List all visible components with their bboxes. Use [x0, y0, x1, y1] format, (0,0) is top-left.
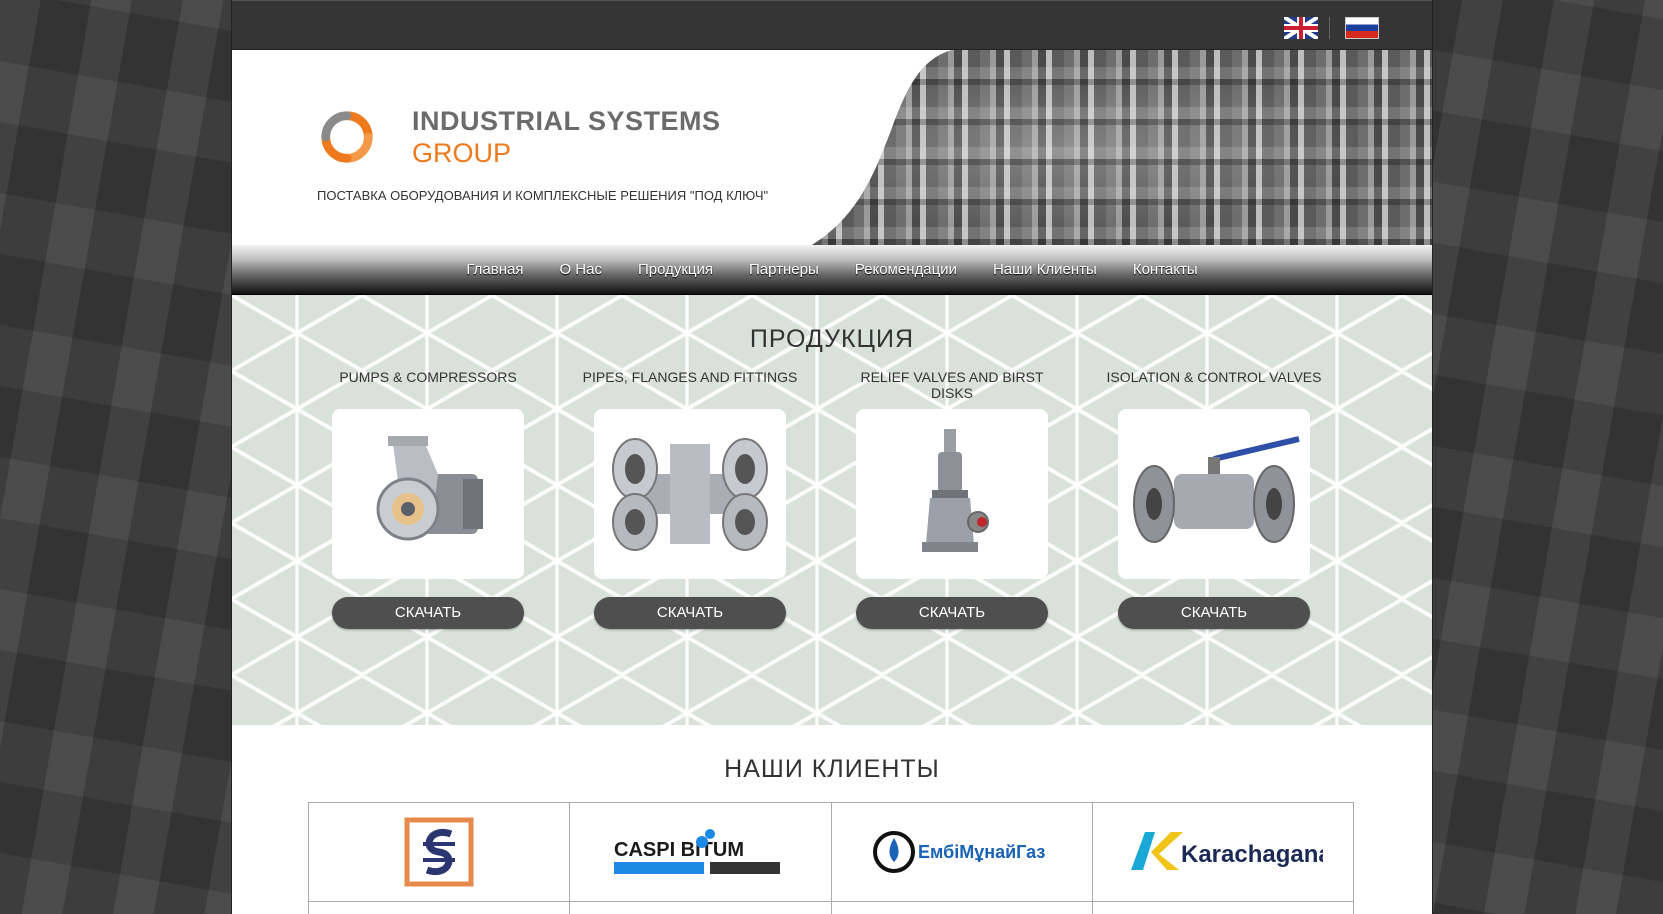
top-bar: [232, 0, 1432, 50]
product-title: PUMPS & COMPRESSORS: [339, 369, 517, 385]
embimunaigaz-logo: ЕмбiМұнайГаз: [872, 831, 1045, 873]
clients-heading: НАШИ КЛИЕНТЫ: [724, 755, 940, 783]
caspi-text: CASPI BITUM: [614, 839, 744, 861]
download-button[interactable]: СКАЧАТЬ: [856, 597, 1048, 629]
industrial-pipes-image: [812, 50, 1432, 245]
main-nav: Главная О Нас Продукция Партнеры Рекомен…: [232, 245, 1432, 295]
company-logo-icon[interactable]: [318, 108, 376, 166]
logo-text-line2: GROUP: [412, 138, 512, 168]
product-image[interactable]: [1118, 409, 1310, 579]
s-emblem-logo: [404, 817, 474, 887]
client-logo-cell[interactable]: CASPI BITUM: [570, 803, 832, 902]
pump-icon: [376, 436, 483, 541]
cross-fitting-icon: [612, 438, 768, 551]
product-title: ISOLATION & CONTROL VALVES: [1106, 369, 1322, 385]
divider: [1329, 17, 1330, 39]
tagline: ПОСТАВКА ОБОРУДОВАНИЯ И КОМПЛЕКСНЫЕ РЕШЕ…: [317, 188, 769, 203]
nav-item-contacts[interactable]: Контакты: [1115, 261, 1216, 278]
ru-flag-icon[interactable]: [1345, 17, 1379, 39]
uk-flag-icon[interactable]: [1284, 17, 1318, 39]
client-logo-cell[interactable]: [309, 803, 571, 902]
product-image[interactable]: [332, 409, 524, 579]
logo-text-line1: INDUSTRIAL SYSTEMS: [412, 106, 721, 136]
relief-valve-icon: [922, 429, 989, 552]
nav-item-about[interactable]: О Нас: [541, 261, 620, 278]
products-section: ПРОДУКЦИЯ PUMPS & COMPRESSORS СКАЧАТЬ PI…: [232, 295, 1432, 725]
nav-item-products[interactable]: Продукция: [620, 261, 731, 278]
nav-item-partners[interactable]: Партнеры: [731, 261, 837, 278]
clients-grid: CASPI BITUM ЕмбiМұнайГаз Karachagan: [308, 802, 1354, 914]
nav-item-home[interactable]: Главная: [448, 261, 541, 278]
caspi-bitum-logo: CASPI BITUM: [614, 829, 781, 874]
product-title: RELIEF VALVES AND BIRST DISKS: [860, 369, 1044, 401]
product-card: PUMPS & COMPRESSORS СКАЧАТЬ: [318, 369, 538, 629]
site-header: INDUSTRIAL SYSTEMS GROUP ПОСТАВКА ОБОРУД…: [232, 50, 1432, 245]
client-logo-cell[interactable]: [309, 902, 571, 914]
embimunaigaz-text: ЕмбiМұнайГаз: [918, 842, 1045, 862]
product-card: ISOLATION & CONTROL VALVES СКАЧАТЬ: [1104, 369, 1324, 629]
product-title: PIPES, FLANGES AND FITTINGS: [582, 369, 798, 385]
client-logo-cell[interactable]: Karachaganak: [1092, 803, 1354, 902]
client-logo-cell[interactable]: [1093, 902, 1354, 914]
download-button[interactable]: СКАЧАТЬ: [1118, 597, 1310, 629]
nav-item-recommendations[interactable]: Рекомендации: [837, 261, 975, 278]
download-button[interactable]: СКАЧАТЬ: [332, 597, 524, 629]
karachaganak-text: Karachaganak: [1181, 841, 1323, 868]
products-heading: ПРОДУКЦИЯ: [749, 325, 915, 353]
product-card: PIPES, FLANGES AND FITTINGS СКАЧАТЬ: [580, 369, 800, 629]
clients-section: НАШИ КЛИЕНТЫ CASPI BITUM ЕмбiМұнайГаз Ka…: [232, 725, 1432, 914]
download-button[interactable]: СКАЧАТЬ: [594, 597, 786, 629]
ball-valve-icon: [1133, 436, 1300, 543]
product-image[interactable]: [856, 409, 1048, 579]
client-logo-cell[interactable]: [832, 902, 1093, 914]
product-image[interactable]: [594, 409, 786, 579]
nav-item-clients[interactable]: Наши Клиенты: [975, 261, 1115, 278]
client-logo-cell[interactable]: [570, 902, 832, 914]
page-container: INDUSTRIAL SYSTEMS GROUP ПОСТАВКА ОБОРУД…: [231, 0, 1433, 914]
karachaganak-logo: Karachaganak: [1130, 832, 1323, 870]
product-card: RELIEF VALVES AND BIRST DISKS СКАЧАТЬ: [842, 369, 1062, 629]
client-logo-cell[interactable]: ЕмбiМұнайГаз: [831, 803, 1093, 902]
